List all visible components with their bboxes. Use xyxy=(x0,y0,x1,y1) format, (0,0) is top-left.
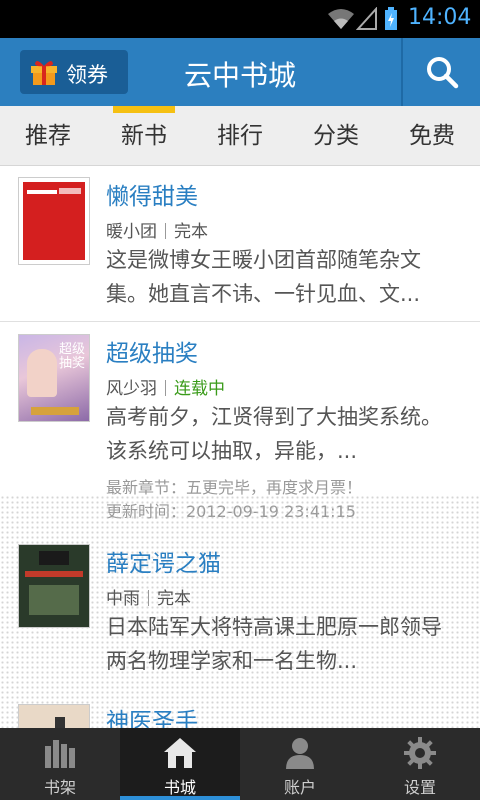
book-meta: 风少羽 连载中 xyxy=(106,374,225,399)
nav-bookstore[interactable]: 书城 xyxy=(120,728,240,800)
book-meta: 中雨 完本 xyxy=(106,584,191,609)
list-item[interactable]: 懒得甜美 暖小团 完本 这是微博女王暖小团首部随笔杂文集。她直言不讳、一针见血、文… xyxy=(0,167,480,322)
book-title[interactable]: 懒得甜美 xyxy=(106,177,198,211)
wifi-icon xyxy=(328,9,354,29)
tab-ranking[interactable]: 排行 xyxy=(192,106,288,166)
signal-icon xyxy=(356,7,377,30)
tab-recommend[interactable]: 推荐 xyxy=(0,106,96,166)
book-meta: 暖小团 完本 xyxy=(106,217,208,242)
book-list: 懒得甜美 暖小团 完本 这是微博女王暖小团首部随笔杂文集。她直言不讳、一针见血、文… xyxy=(0,167,480,728)
book-status: 完本 xyxy=(174,222,208,242)
book-cover xyxy=(18,704,90,728)
nav-bookshelf[interactable]: 书架 xyxy=(0,728,120,800)
nav-label: 书城 xyxy=(163,778,196,797)
bookshelf-icon xyxy=(45,740,75,768)
cover-text: 超级抽奖 xyxy=(59,342,86,371)
active-tab-indicator xyxy=(113,106,175,113)
list-item[interactable]: 超级抽奖 超级抽奖 风少羽 连载中 高考前夕，江贤得到了大抽奖系统。 该系统可以抽… xyxy=(0,322,480,522)
book-title[interactable]: 神医圣手 xyxy=(106,702,198,728)
nav-account[interactable]: 账户 xyxy=(240,728,360,800)
search-icon xyxy=(427,57,459,89)
app-header: 领券 云中书城 xyxy=(0,38,480,106)
category-tabs: 推荐 新书 排行 分类 免费 xyxy=(0,106,480,166)
book-author: 风少羽 xyxy=(106,379,157,399)
active-nav-indicator xyxy=(120,796,240,800)
book-cover: 超级抽奖 xyxy=(18,334,90,422)
update-time: 更新时间：2012-09-19 23:41:15 xyxy=(106,502,356,521)
book-author: 暖小团 xyxy=(106,222,157,242)
status-bar: 14:04 xyxy=(0,0,480,38)
user-icon xyxy=(286,738,314,769)
tab-new-books[interactable]: 新书 xyxy=(96,106,192,166)
home-icon xyxy=(164,738,196,768)
book-author: 中雨 xyxy=(106,589,140,609)
gear-icon xyxy=(404,737,436,769)
nav-label: 设置 xyxy=(403,778,436,797)
book-title[interactable]: 薛定谔之猫 xyxy=(106,544,221,578)
book-description: 日本陆军大将特高课土肥原一郎领导两名物理学家和一名生物... xyxy=(106,615,442,673)
battery-icon xyxy=(385,7,397,30)
book-status: 连载中 xyxy=(174,379,225,399)
nav-settings[interactable]: 设置 xyxy=(360,728,480,800)
search-button[interactable] xyxy=(403,38,480,106)
latest-chapter: 最新章节：五更完毕，再度求月票！ xyxy=(106,478,363,497)
tab-category[interactable]: 分类 xyxy=(288,106,384,166)
bottom-navigation: 书架 书城 账户 设置 xyxy=(0,728,480,800)
book-status: 完本 xyxy=(157,589,191,609)
book-cover xyxy=(18,544,90,628)
list-item[interactable]: 神医圣手 xyxy=(0,692,480,728)
list-item[interactable]: 薛定谔之猫 中雨 完本 日本陆军大将特高课土肥原一郎领导两名物理学家和一名生物..… xyxy=(0,532,480,692)
nav-label: 书架 xyxy=(43,778,76,797)
nav-label: 账户 xyxy=(283,778,316,797)
book-description: 高考前夕，江贤得到了大抽奖系统。 该系统可以抽取，异能，... xyxy=(106,405,442,463)
tab-free[interactable]: 免费 xyxy=(384,106,480,166)
status-time: 14:04 xyxy=(408,5,472,30)
book-title[interactable]: 超级抽奖 xyxy=(106,334,198,368)
book-cover xyxy=(18,177,90,265)
book-description: 这是微博女王暖小团首部随笔杂文集。她直言不讳、一针见血、文... xyxy=(106,248,421,306)
